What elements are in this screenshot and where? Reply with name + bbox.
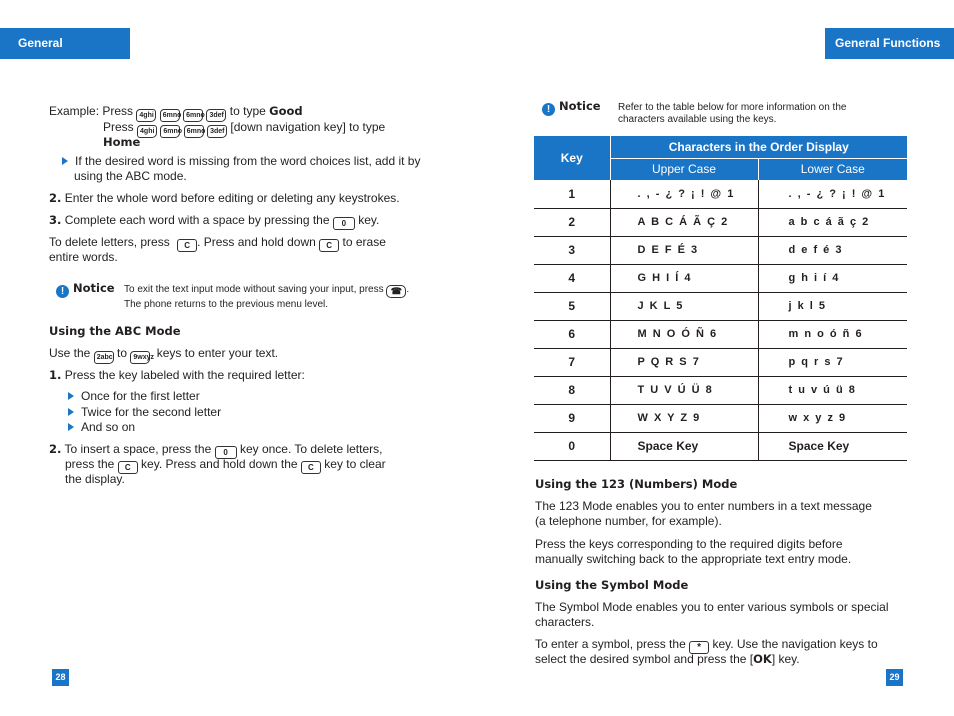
upper-case-cell: . , - ¿ ? ¡ ! @ 1 [610,180,759,209]
step-2: 2. Enter the whole word before editing o… [49,191,400,205]
lower-case-cell: p q r s 7 [758,348,907,377]
numbers-p2-line-1: Press the keys corresponding to the requ… [535,537,843,551]
example-line-2: Press 4ghi 6mno 6mno 3def [down navigati… [103,120,385,138]
key-6-icon: 6mno [183,125,205,138]
key-cell: 4 [534,264,611,293]
key-clear-icon: C [319,239,340,252]
notice-right: ! Notice [542,99,601,116]
key-cell: 2 [534,208,611,237]
numbers-p1-line-1: The 123 Mode enables you to enter number… [535,499,872,513]
lower-case-cell: t u v ú ü 8 [758,376,907,405]
table-header-lower: Lower Case [758,158,907,180]
abc-step-1: 1. Press the key labeled with the requir… [49,368,305,382]
notice-left-text-1: To exit the text input mode without savi… [124,284,410,298]
key-clear-icon: C [300,461,321,474]
symbol-p1-line-2: characters. [535,615,595,629]
lower-case-cell: m n o ó ñ 6 [758,320,907,349]
abc-bullet-1: Once for the first letter [68,389,200,404]
upper-case-cell: T U V Ú Ü 8 [610,376,759,405]
end-call-key-icon: ☎ [386,285,407,298]
upper-case-cell: G H I Í 4 [610,264,759,293]
lower-case-cell: a b c á ã ç 2 [758,208,907,237]
key-cell: 6 [534,320,611,349]
symbol-mode-heading: Using the Symbol Mode [535,578,689,592]
upper-case-cell: J K L 5 [610,292,759,321]
table-row: 0 Space Key Space Key [534,432,907,461]
lower-case-cell: w x y z 9 [758,404,907,433]
table-row: 9W X Y Z 9w x y z 9 [534,404,907,433]
example-word-good: Good [269,104,303,118]
section-header-left: General Functions [0,28,130,81]
key-clear-icon: C [177,239,198,252]
upper-case-cell: P Q R S 7 [610,348,759,377]
abc-bullet-3: And so on [68,420,135,435]
table-row: 8T U V Ú Ü 8t u v ú ü 8 [534,376,907,405]
bullet-arrow-icon [68,392,74,400]
key-0-icon: 0 [332,217,355,230]
numbers-p1-line-2: (a telephone number, for example). [535,514,722,528]
ok-key-label: OK [753,652,772,666]
table-row: 5J K L 5j k l 5 [534,292,907,321]
key-9-icon: 9wxyz [130,351,154,364]
key-cell: 8 [534,376,611,405]
upper-case-cell: A B C Á Ã Ç 2 [610,208,759,237]
numbers-p2-line-2: manually switching back to the appropria… [535,552,852,566]
table-header-key: Key [534,136,611,180]
upper-case-cell: W X Y Z 9 [610,404,759,433]
section-header-right: General Functions [825,28,954,59]
table-row: 7P Q R S 7p q r s 7 [534,348,907,377]
notice-left-text-2: The phone returns to the previous menu l… [124,299,329,310]
abc-step-2-line-3: the display. [65,472,125,486]
character-table: Key Characters in the Order Display Uppe… [534,136,907,461]
key-cell: 5 [534,292,611,321]
table-row: 1. , - ¿ ? ¡ ! @ 1. , - ¿ ? ¡ ! @ 1 [534,180,907,209]
notice-right-text-2: characters available using the keys. [618,114,777,125]
key-3-icon: 3def [207,125,228,138]
key-cell: 9 [534,404,611,433]
lower-case-cell: Space Key [758,432,907,461]
bullet-arrow-icon [68,408,74,416]
key-cell: 1 [534,180,611,209]
upper-case-cell: Space Key [610,432,759,461]
upper-case-cell: M N O Ó Ñ 6 [610,320,759,349]
table-row: 4G H I Í 4g h i í 4 [534,264,907,293]
symbol-p1-line-1: The Symbol Mode enables you to enter var… [535,600,889,614]
abc-use-keys: Use the 2abc to 9wxyz keys to enter your… [49,346,278,364]
abc-mode-heading: Using the ABC Mode [49,324,181,338]
bullet-missing-word: If the desired word is missing from the … [62,154,422,184]
key-2-icon: 2abc [93,351,114,364]
table-row: 3D E F É 3d e f é 3 [534,236,907,265]
lower-case-cell: . , - ¿ ? ¡ ! @ 1 [758,180,907,209]
table-row: 2A B C Á Ã Ç 2a b c á ã ç 2 [534,208,907,237]
key-cell: 0 [534,432,611,461]
bullet-arrow-icon [62,157,68,165]
symbol-p2-line-2: select the desired symbol and press the … [535,652,800,666]
page-number-left: 28 [52,669,69,686]
table-header-upper: Upper Case [610,158,759,180]
page-number-right: 29 [886,669,903,686]
table-header-group: Characters in the Order Display [610,136,907,159]
delete-instructions-line-2: entire words. [49,250,118,264]
numbers-mode-heading: Using the 123 (Numbers) Mode [535,477,738,491]
notice-exclamation-icon: ! [542,103,555,116]
example-word-home: Home [103,135,141,149]
lower-case-cell: g h i í 4 [758,264,907,293]
abc-bullet-2: Twice for the second letter [68,405,221,420]
lower-case-cell: d e f é 3 [758,236,907,265]
notice-exclamation-icon: ! [56,285,69,298]
upper-case-cell: D E F É 3 [610,236,759,265]
key-cell: 7 [534,348,611,377]
step-3: 3. Complete each word with a space by pr… [49,213,380,230]
bullet-arrow-icon [68,423,74,431]
table-row: 6M N O Ó Ñ 6m n o ó ñ 6 [534,320,907,349]
key-cell: 3 [534,236,611,265]
key-6-icon: 6mno [160,125,182,138]
notice-left: ! Notice [56,281,115,298]
lower-case-cell: j k l 5 [758,292,907,321]
